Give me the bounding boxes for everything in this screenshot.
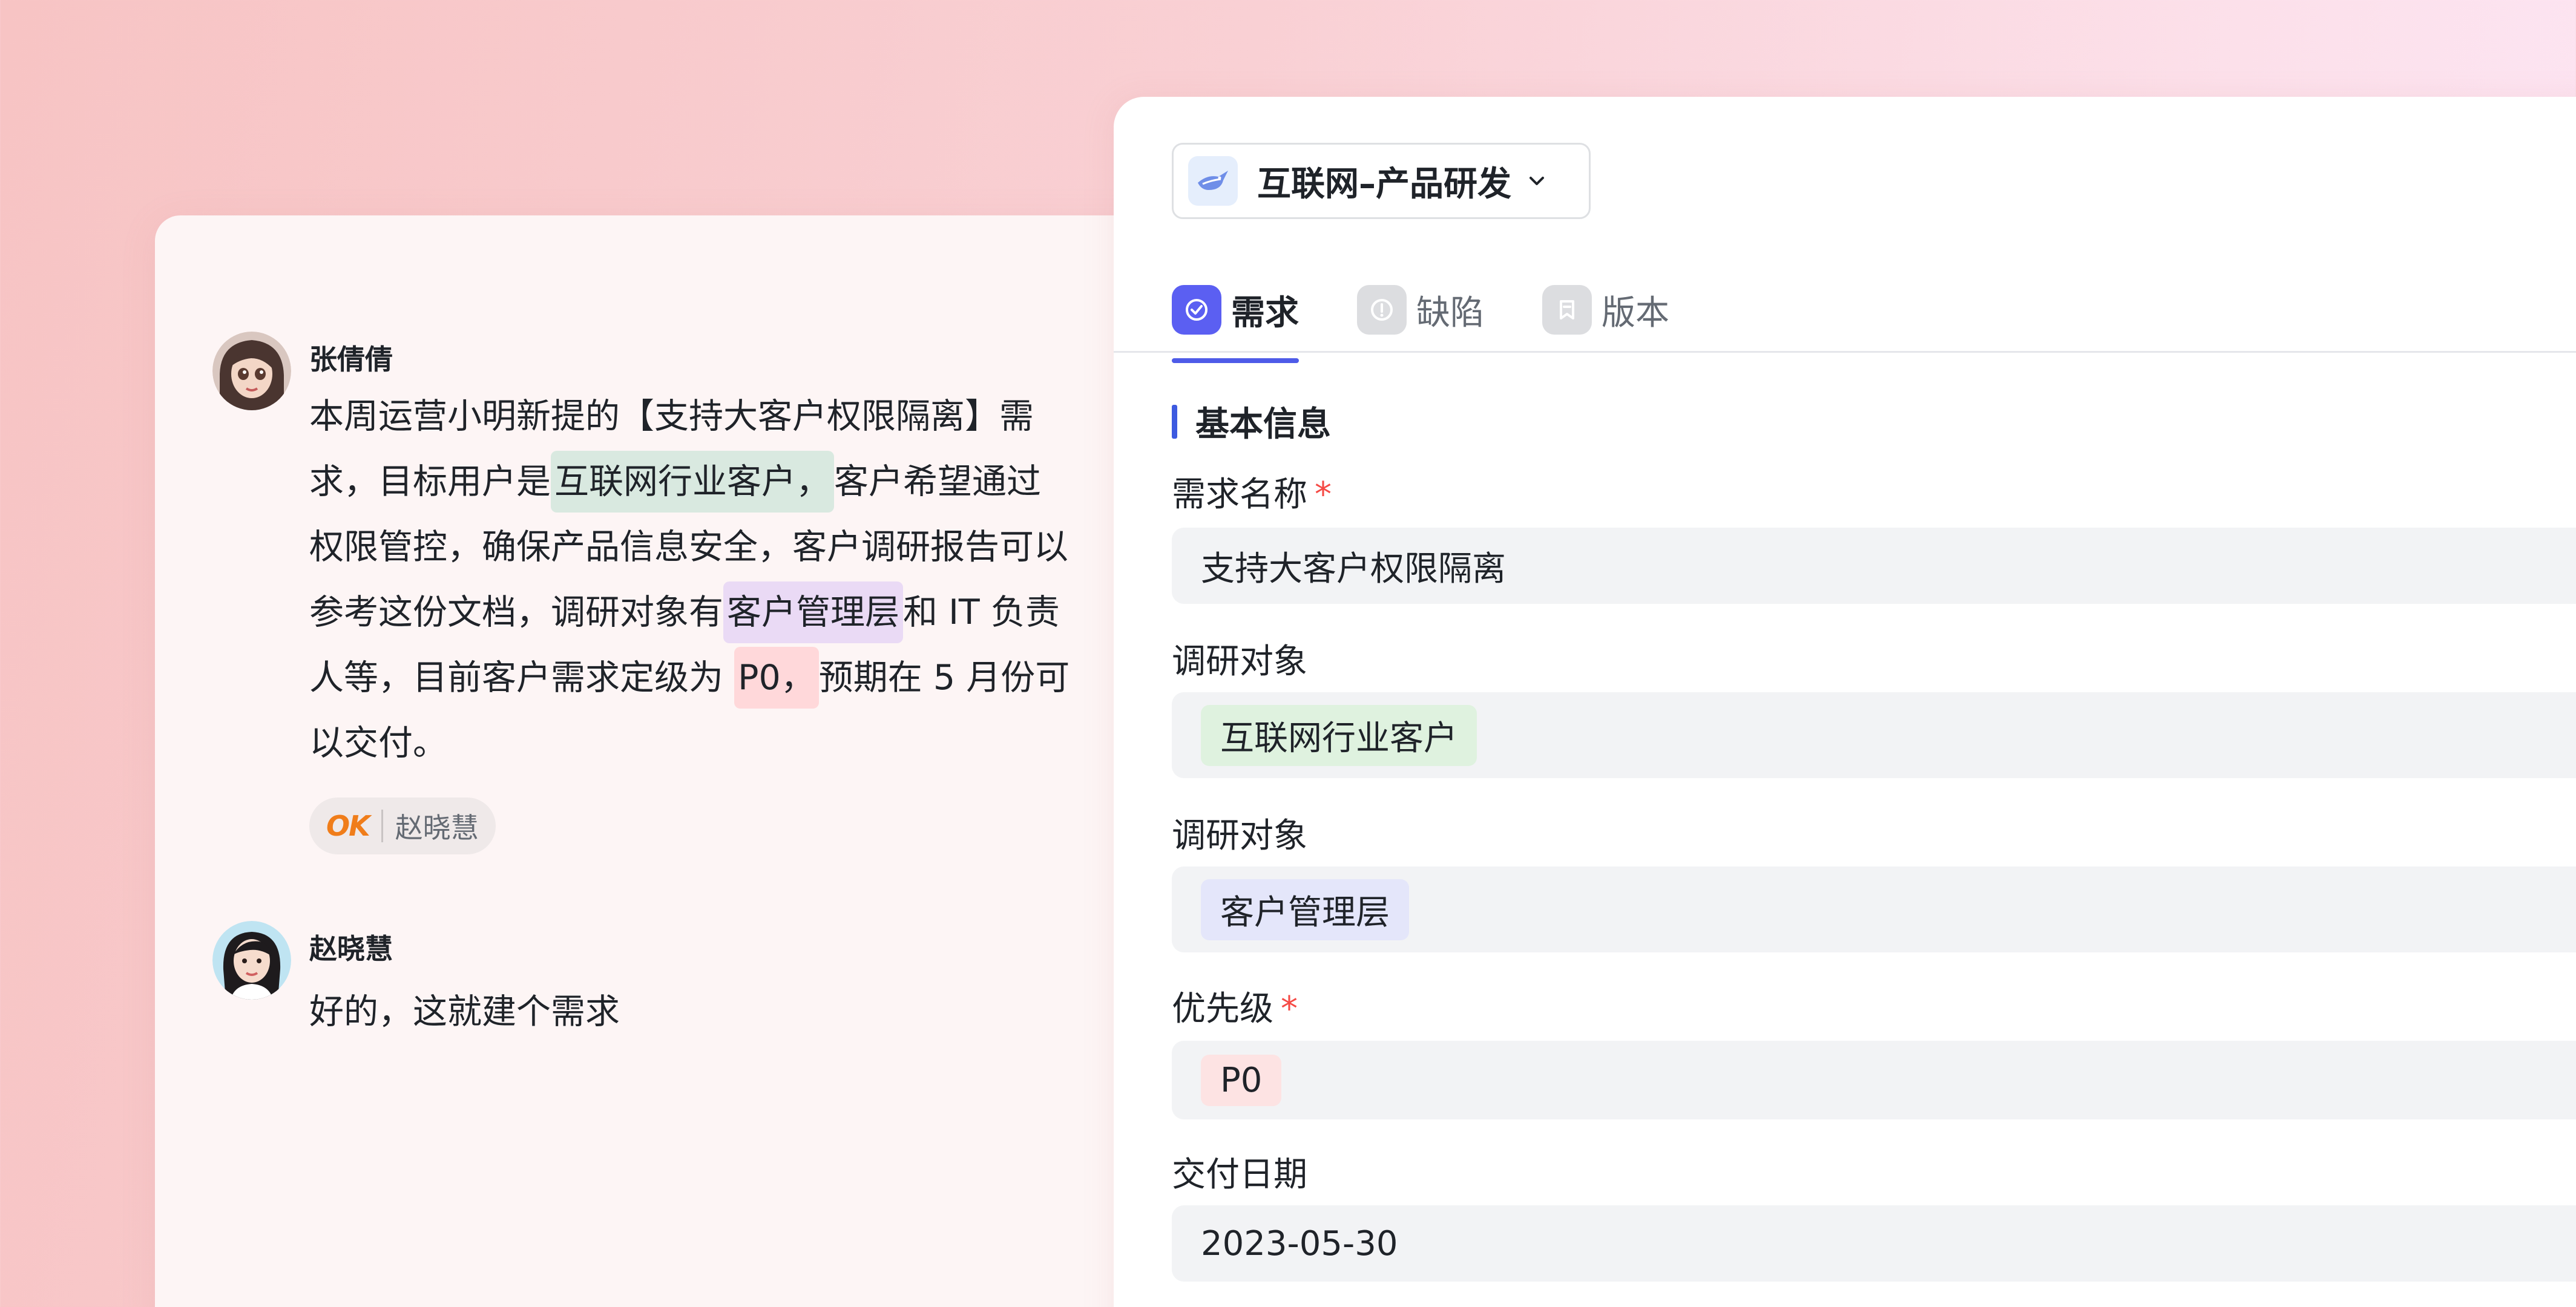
chevron-down-icon: [1530, 177, 1544, 185]
field-label-delivery-date: 交付日期: [1172, 1147, 1307, 1196]
section-accent-bar: [1172, 404, 1177, 439]
field-label-research-target: 调研对象: [1172, 634, 1307, 683]
input-value: 支持大客户权限隔离: [1201, 549, 1506, 589]
active-tab-indicator: [1172, 358, 1299, 363]
reaction-divider: [381, 810, 383, 842]
required-mark: *: [1315, 475, 1332, 514]
message-text: 好的，这就建个需求: [309, 992, 620, 1032]
check-circle-icon: [1172, 285, 1221, 335]
required-mark: *: [1281, 989, 1298, 1029]
avatar[interactable]: [212, 921, 291, 1000]
highlight-research-target[interactable]: 客户管理层: [723, 581, 903, 643]
field-label-text: 优先级: [1172, 989, 1273, 1029]
highlight-priority[interactable]: P0，: [734, 647, 819, 709]
avatar[interactable]: [212, 332, 291, 410]
tab-requirement[interactable]: 需求: [1172, 276, 1299, 363]
field-label-priority: 优先级 *: [1172, 981, 1298, 1030]
section-title: 基本信息: [1172, 397, 1331, 446]
field-label-text: 调研对象: [1172, 642, 1307, 681]
requirement-form-panel: 互联网–产品研发 需求 缺陷 版本 基本信息 需求名称 * 支持大客户权限隔离 …: [1114, 97, 2576, 1307]
field-label-text: 交付日期: [1172, 1155, 1307, 1194]
tab-defect[interactable]: 缺陷: [1357, 276, 1484, 344]
highlight-target-user[interactable]: 互联网行业客户，: [551, 451, 834, 513]
tab-version[interactable]: 版本: [1542, 276, 1669, 344]
bird-logo-icon: [1188, 156, 1238, 206]
tabs-divider: [1114, 351, 2576, 353]
delivery-date-picker[interactable]: 2023-05-30: [1172, 1205, 2576, 1282]
ok-emoji-icon: OK: [326, 810, 370, 842]
alert-circle-icon: [1357, 285, 1407, 335]
message-text: 本周运营小明新提的【支持大客户权限隔离】需求，目标用户是 互联网行业客户， 客户希望…: [309, 384, 1072, 776]
chat-panel: 张倩倩 本周运营小明新提的【支持大客户权限隔离】需求，目标用户是 互联网行业客户，…: [155, 215, 1160, 1307]
tab-label: 版本: [1602, 293, 1669, 333]
project-name: 互联网–产品研发: [1257, 164, 1511, 204]
sender-name: 张倩倩: [309, 343, 393, 376]
item-type-tabs: 需求 缺陷 版本: [1172, 276, 1727, 363]
input-value: 2023-05-30: [1201, 1223, 1398, 1263]
project-selector[interactable]: 互联网–产品研发: [1172, 143, 1591, 219]
research-target-tag[interactable]: 客户管理层: [1201, 879, 1409, 940]
tab-label: 需求: [1231, 293, 1299, 333]
reaction-chip[interactable]: OK 赵晓慧: [309, 798, 496, 854]
requirement-name-input[interactable]: 支持大客户权限隔离: [1172, 528, 2576, 604]
research-target-field[interactable]: 客户管理层: [1172, 866, 2576, 952]
bookmark-icon: [1542, 285, 1592, 335]
research-target-field[interactable]: 互联网行业客户: [1172, 692, 2576, 778]
sender-name: 赵晓慧: [309, 932, 393, 965]
research-target-tag[interactable]: 互联网行业客户: [1201, 704, 1477, 766]
reaction-user: 赵晓慧: [395, 811, 479, 844]
field-label-name: 需求名称 *: [1172, 467, 1332, 516]
field-label-text: 需求名称: [1172, 475, 1307, 514]
priority-tag[interactable]: P0: [1201, 1054, 1282, 1106]
priority-select[interactable]: P0: [1172, 1041, 2576, 1119]
field-label-text: 调研对象: [1172, 816, 1307, 856]
field-label-research-target: 调研对象: [1172, 808, 1307, 857]
section-title-text: 基本信息: [1195, 405, 1331, 444]
tab-label: 缺陷: [1416, 293, 1484, 333]
